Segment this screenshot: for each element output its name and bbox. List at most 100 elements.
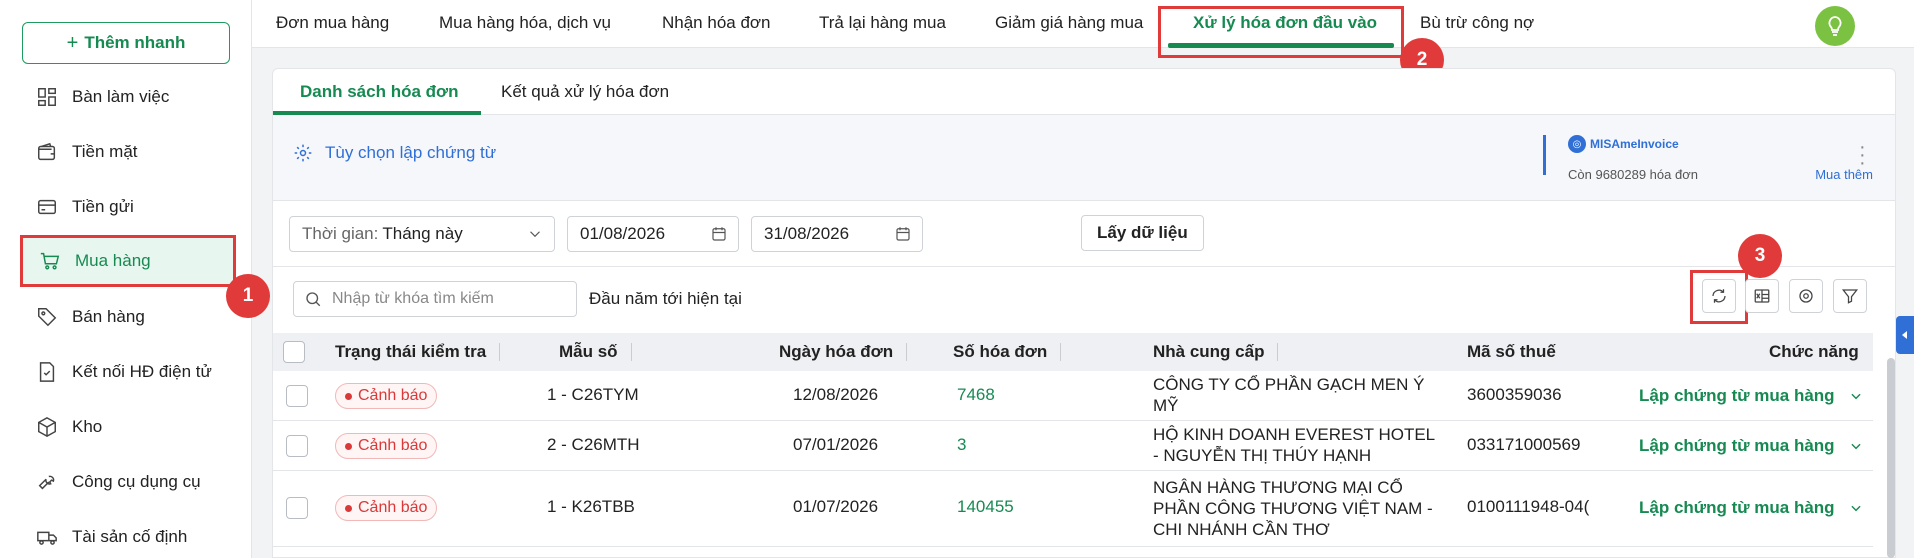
sidebar-item-warehouse[interactable]: Kho <box>20 402 236 452</box>
invoice-number-link[interactable]: 7468 <box>957 385 995 405</box>
sidebar-item-label: Bàn làm việc <box>72 87 170 106</box>
export-excel-button[interactable] <box>1745 279 1779 313</box>
dashboard-icon <box>36 86 58 108</box>
filter-button[interactable] <box>1833 279 1867 313</box>
tab-purchase-order[interactable]: Đơn mua hàng <box>276 0 389 46</box>
time-period-select[interactable]: Thời gian: Tháng này <box>289 216 555 252</box>
e-invoice-icon <box>36 361 58 383</box>
warning-dot-icon <box>345 442 352 450</box>
more-options-icon[interactable]: · · · <box>1859 137 1866 173</box>
col-form[interactable]: Mẫu số <box>559 333 632 371</box>
col-invoice-number[interactable]: Số hóa đơn <box>953 333 1062 371</box>
row-checkbox[interactable] <box>286 435 308 457</box>
truck-icon <box>36 526 58 548</box>
col-date[interactable]: Ngày hóa đơn <box>779 333 908 371</box>
sidebar-item-deposit[interactable]: Tiền gửi <box>20 182 236 232</box>
sidebar-item-e-invoice[interactable]: Kết nối HĐ điện tử <box>20 347 236 397</box>
status-badge: Cảnh báo <box>335 383 438 409</box>
invoice-panel: Danh sách hóa đơn Kết quả xử lý hóa đơn … <box>272 68 1896 558</box>
sidebar-item-tools[interactable]: Công cụ dụng cụ <box>20 457 236 507</box>
invoice-number-link[interactable]: 3 <box>957 435 966 455</box>
supplier-cell: CÔNG TY CỔ PHẦN GẠCH MEN Ý MỸ <box>1153 375 1425 415</box>
search-input[interactable] <box>332 290 552 308</box>
sidebar-item-cash[interactable]: Tiền mặt <box>20 127 236 177</box>
date-cell: 12/08/2026 <box>793 385 879 404</box>
table-row[interactable]: Cảnh báo 1 - K26TBB 01/07/2026 140455 NG… <box>273 471 1873 547</box>
search-icon <box>306 292 321 307</box>
voucher-options-label: Tùy chọn lập chứng từ <box>325 143 497 162</box>
col-tax-code[interactable]: Mã số thuế <box>1467 333 1556 371</box>
quick-add-label: Thêm nhanh <box>84 33 186 52</box>
callout-badge-1: 1 <box>226 274 270 318</box>
options-band: Tùy chọn lập chứng từ ◎ MISAmeInvoice Cò… <box>273 115 1895 201</box>
tab-purchase-discount[interactable]: Giảm giá hàng mua <box>995 0 1143 46</box>
box-icon <box>36 416 58 438</box>
col-status[interactable]: Trạng thái kiểm tra <box>335 333 501 371</box>
table-row[interactable]: Cảnh báo 1 - C26TYM 12/08/2026 7468 CÔNG… <box>273 371 1873 421</box>
tag-icon <box>36 306 58 328</box>
calendar-icon[interactable] <box>710 225 728 248</box>
time-value: Tháng này <box>382 224 463 243</box>
invoice-number-link[interactable]: 140455 <box>957 497 1014 517</box>
period-text: Đầu năm tới hiện tại <box>589 289 742 308</box>
select-all-checkbox[interactable] <box>283 341 305 363</box>
row-checkbox[interactable] <box>286 497 308 519</box>
misa-logo-icon: ◎ <box>1568 135 1586 153</box>
sidebar-item-label: Kho <box>72 417 103 436</box>
sidebar-item-label: Kết nối HĐ điện tử <box>72 362 212 381</box>
lightbulb-icon[interactable] <box>1815 6 1855 46</box>
supplier-cell: HỘ KINH DOANH EVEREST HOTEL - NGUYỄN THỊ… <box>1153 425 1435 465</box>
calendar-icon[interactable] <box>894 225 912 248</box>
create-voucher-button[interactable]: Lập chứng từ mua hàng <box>1639 498 1863 518</box>
refresh-button[interactable] <box>1702 279 1736 313</box>
sidebar-item-dashboard[interactable]: Bàn làm việc <box>20 72 236 122</box>
sidebar-item-label: Tiền mặt <box>72 142 138 161</box>
date-cell: 07/01/2026 <box>793 435 879 454</box>
tab-debt-offset[interactable]: Bù trừ công nợ <box>1420 0 1534 46</box>
misa-divider <box>1543 135 1546 175</box>
time-label: Thời gian: <box>302 224 379 243</box>
warning-dot-icon <box>345 504 352 512</box>
tax-code-cell: 0100111948-04( <box>1467 497 1590 516</box>
chevron-down-icon <box>526 225 544 248</box>
vertical-scrollbar[interactable] <box>1887 358 1895 558</box>
chevron-down-icon <box>1850 505 1861 512</box>
create-voucher-button[interactable]: Lập chứng từ mua hàng <box>1639 436 1863 456</box>
tab-purchase-return[interactable]: Trả lại hàng mua <box>819 0 946 46</box>
sidebar-item-label: Tiền gửi <box>72 197 134 216</box>
create-voucher-button[interactable]: Lập chứng từ mua hàng <box>1639 386 1863 406</box>
col-actions: Chức năng <box>1769 342 1859 361</box>
sidebar-item-purchase[interactable]: Mua hàng <box>20 235 236 287</box>
table-header: Trạng thái kiểm tra Mẫu số Ngày hóa đơn … <box>273 333 1873 371</box>
tab-processing-results[interactable]: Kết quả xử lý hóa đơn <box>501 69 669 115</box>
gear-icon <box>1799 289 1813 303</box>
tab-purchase-goods-services[interactable]: Mua hàng hóa, dịch vụ <box>439 0 611 46</box>
from-date-field[interactable]: 01/08/2026 <box>567 216 739 252</box>
sidebar-item-label: Mua hàng <box>75 251 151 270</box>
get-data-button[interactable]: Lấy dữ liệu <box>1081 215 1204 251</box>
sidebar-item-fixed-assets[interactable]: Tài sản cố định <box>20 512 236 558</box>
table-row[interactable]: Cảnh báo 2 - C26MTH 07/01/2026 3 HỘ KINH… <box>273 421 1873 471</box>
filter-bar: Thời gian: Tháng này 01/08/2026 31/08/20… <box>273 201 1895 267</box>
gear-settings-icon <box>294 144 312 162</box>
voucher-options-link[interactable]: Tùy chọn lập chứng từ <box>293 143 496 163</box>
side-panel-toggle[interactable] <box>1896 316 1914 354</box>
row-checkbox[interactable] <box>286 385 308 407</box>
form-cell: 1 - K26TBB <box>547 497 635 516</box>
callout-badge-3: 3 <box>1738 234 1782 278</box>
supplier-cell: NGÂN HÀNG THƯƠNG MẠI CỔ PHẦN CÔNG THƯƠNG… <box>1153 478 1433 539</box>
misa-invoice-widget: ◎ MISAmeInvoice Còn 9680289 hóa đơn Mua … <box>1543 135 1893 185</box>
chevron-down-icon <box>1850 393 1861 400</box>
settings-button[interactable] <box>1789 279 1823 313</box>
sub-tab-bar: Danh sách hóa đơn Kết quả xử lý hóa đơn <box>273 69 1895 115</box>
quick-add-button[interactable]: + Thêm nhanh <box>22 22 230 64</box>
wrench-icon <box>36 471 58 493</box>
chevron-left-icon <box>1902 331 1907 339</box>
tab-invoice-list[interactable]: Danh sách hóa đơn <box>300 69 459 115</box>
excel-icon <box>1754 289 1770 303</box>
sidebar-item-sales[interactable]: Bán hàng <box>20 292 236 342</box>
tab-receive-invoice[interactable]: Nhận hóa đơn <box>662 0 771 46</box>
to-date-field[interactable]: 31/08/2026 <box>751 216 923 252</box>
search-box[interactable] <box>293 281 577 317</box>
col-supplier[interactable]: Nhà cung cấp <box>1153 333 1279 371</box>
